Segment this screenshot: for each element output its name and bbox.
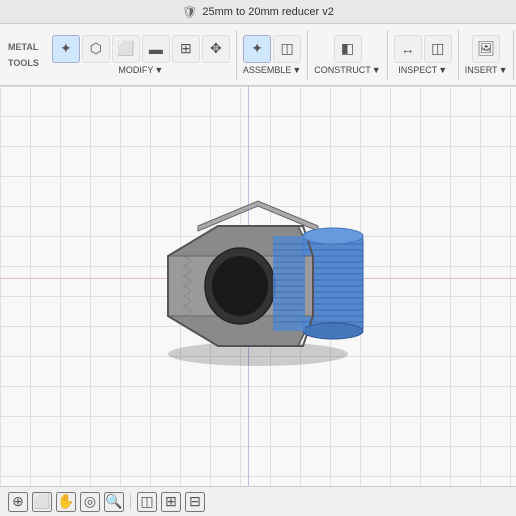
toolbar-groups: ✦ ⬡ ⬜ ▬ ⊞ ✥ MODIFY ▼ ✦ ◫ ASSEMBLE ▼: [49, 24, 516, 85]
toolbar-left-labels: METAL TOOLS: [4, 40, 47, 70]
settings-icon[interactable]: ⊟: [185, 492, 205, 512]
modify-group: ✦ ⬡ ⬜ ▬ ⊞ ✥ MODIFY ▼: [49, 33, 233, 77]
metal-label[interactable]: METAL: [4, 40, 43, 54]
insert-label[interactable]: INSERT ▼: [465, 65, 508, 75]
model-svg: [118, 176, 398, 376]
shield-icon: 🛡: [182, 5, 197, 19]
construct-group: ◧ CONSTRUCT ▼: [311, 33, 383, 77]
viewport[interactable]: [0, 86, 516, 486]
status-bar: ⊕ ⬜ ✋ ◎ 🔍 ◫ ⊞ ⊟: [0, 486, 516, 516]
modify-btn-1[interactable]: ✦: [52, 35, 80, 63]
divider-5: [513, 30, 514, 80]
modify-btn-move[interactable]: ✥: [202, 35, 230, 63]
title-text: 25mm to 20mm reducer v2: [202, 6, 333, 18]
box-icon[interactable]: ⬜: [32, 492, 52, 512]
insert-group: 🖼 INSERT ▼: [462, 33, 511, 77]
divider-4: [458, 30, 459, 80]
inspect-btn-1[interactable]: ↔: [394, 35, 422, 63]
model-container: [118, 176, 398, 376]
title-bar: 🛡 25mm to 20mm reducer v2: [0, 0, 516, 24]
assemble-label[interactable]: ASSEMBLE ▼: [243, 65, 301, 75]
origin-icon[interactable]: ⊕: [8, 492, 28, 512]
zoom-icon[interactable]: 🔍: [104, 492, 124, 512]
toolbar: METAL TOOLS ✦ ⬡ ⬜ ▬ ⊞ ✥ MODIFY ▼ ✦ ◫: [0, 24, 516, 86]
divider-1: [236, 30, 237, 80]
assemble-btn-1[interactable]: ✦: [243, 35, 271, 63]
assemble-btn-2[interactable]: ◫: [273, 35, 301, 63]
inspect-buttons: ↔ ◫: [394, 35, 452, 63]
insert-dropdown-arrow: ▼: [499, 65, 508, 75]
tools-label[interactable]: TOOLS: [4, 56, 43, 70]
modify-btn-3[interactable]: ⬜: [112, 35, 140, 63]
modify-btn-2[interactable]: ⬡: [82, 35, 110, 63]
modify-label[interactable]: MODIFY ▼: [118, 65, 163, 75]
modify-dropdown-arrow: ▼: [154, 65, 163, 75]
construct-dropdown-arrow: ▼: [372, 65, 381, 75]
status-divider-1: [130, 494, 131, 510]
grid-icon[interactable]: ⊞: [161, 492, 181, 512]
inspect-btn-2[interactable]: ◫: [424, 35, 452, 63]
divider-3: [387, 30, 388, 80]
construct-btn-1[interactable]: ◧: [334, 35, 362, 63]
insert-btn-1[interactable]: 🖼: [472, 35, 500, 63]
construct-label[interactable]: CONSTRUCT ▼: [314, 65, 380, 75]
assemble-group: ✦ ◫ ASSEMBLE ▼: [240, 33, 304, 77]
divider-2: [307, 30, 308, 80]
modify-buttons: ✦ ⬡ ⬜ ▬ ⊞ ✥: [52, 35, 230, 63]
inspect-label[interactable]: INSPECT ▼: [398, 65, 447, 75]
assemble-dropdown-arrow: ▼: [292, 65, 301, 75]
inspect-dropdown-arrow: ▼: [438, 65, 447, 75]
camera-icon[interactable]: ◎: [80, 492, 100, 512]
construct-buttons: ◧: [334, 35, 362, 63]
assemble-buttons: ✦ ◫: [243, 35, 301, 63]
inspect-group: ↔ ◫ INSPECT ▼: [391, 33, 455, 77]
pan-icon[interactable]: ✋: [56, 492, 76, 512]
modify-btn-5[interactable]: ⊞: [172, 35, 200, 63]
modify-btn-4[interactable]: ▬: [142, 35, 170, 63]
insert-buttons: 🖼: [472, 35, 500, 63]
display-mode-icon[interactable]: ◫: [137, 492, 157, 512]
